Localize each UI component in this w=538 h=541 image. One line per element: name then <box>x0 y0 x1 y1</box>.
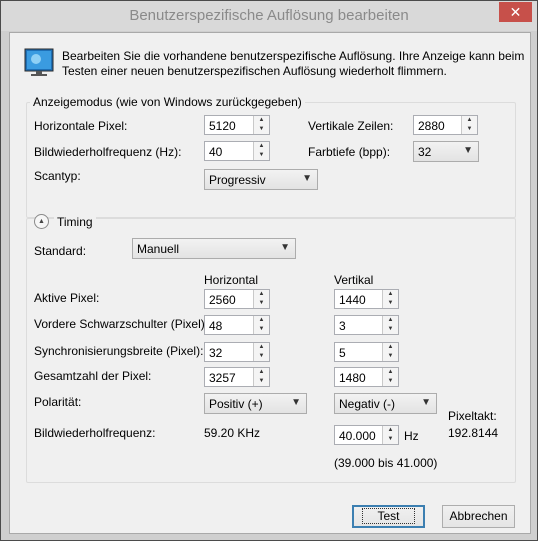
dialog-window: Benutzerspezifische Auflösung bearbeiten… <box>0 0 538 541</box>
window-title: Benutzerspezifische Auflösung bearbeiten <box>129 7 409 24</box>
scan-type-value: Progressiv <box>209 173 266 187</box>
polarity-h-value: Positiv (+) <box>209 397 263 411</box>
spin-down-icon[interactable]: ▼ <box>383 299 398 308</box>
front-porch-h-value[interactable]: 48 <box>209 319 222 333</box>
collapse-timing-icon[interactable]: ▲ <box>34 214 49 229</box>
polarity-v-dropdown[interactable]: Negativ (-) ▼ <box>334 393 437 414</box>
spin-up-icon[interactable]: ▲ <box>383 290 398 299</box>
display-mode-legend: Anzeigemodus (wie von Windows zurückgege… <box>30 95 305 109</box>
spin-down-icon[interactable]: ▼ <box>383 377 398 386</box>
refresh-range-label: (39.000 bis 41.000) <box>334 456 438 470</box>
spin-down-icon[interactable]: ▼ <box>254 352 269 361</box>
spin-up-icon[interactable]: ▲ <box>254 116 269 125</box>
color-depth-label: Farbtiefe (bpp): <box>308 145 391 159</box>
scan-type-label: Scantyp: <box>34 169 81 183</box>
horizontal-pixels-spinner[interactable]: 5120 ▲ ▼ <box>204 115 270 135</box>
spin-up-icon[interactable]: ▲ <box>383 426 398 435</box>
active-pixels-v-value[interactable]: 1440 <box>339 293 366 307</box>
horizontal-column-header: Horizontal <box>204 273 259 287</box>
pixel-clock-label: Pixeltakt: <box>448 409 497 423</box>
scan-type-dropdown[interactable]: Progressiv ▼ <box>204 169 318 190</box>
spin-up-icon[interactable]: ▲ <box>254 290 269 299</box>
color-depth-dropdown[interactable]: 32 ▼ <box>413 141 479 162</box>
chevron-down-icon: ▼ <box>463 145 473 156</box>
front-porch-h-spinner[interactable]: 48 ▲ ▼ <box>204 315 270 335</box>
vertical-lines-spinner[interactable]: 2880 ▲ ▼ <box>413 115 478 135</box>
standard-dropdown[interactable]: Manuell ▼ <box>132 238 296 259</box>
horizontal-pixels-label: Horizontale Pixel: <box>34 119 128 133</box>
vertical-refresh-value[interactable]: 40.000 <box>339 429 376 443</box>
test-button-label: Test <box>362 508 415 524</box>
total-pixels-v-value[interactable]: 1480 <box>339 371 366 385</box>
refresh-rate-value[interactable]: 40 <box>209 145 222 159</box>
spin-up-icon[interactable]: ▲ <box>254 343 269 352</box>
refresh-rate-spinner[interactable]: 40 ▲ ▼ <box>204 141 270 161</box>
active-pixels-h-value[interactable]: 2560 <box>209 293 236 307</box>
standard-label: Standard: <box>34 244 87 258</box>
spin-down-icon[interactable]: ▼ <box>254 151 269 160</box>
spin-up-icon[interactable]: ▲ <box>254 316 269 325</box>
total-pixels-label: Gesamtzahl der Pixel: <box>34 369 152 383</box>
front-porch-label: Vordere Schwarzschulter (Pixel): <box>34 317 209 331</box>
title-bar: Benutzerspezifische Auflösung bearbeiten… <box>1 1 537 31</box>
dialog-body: Bearbeiten Sie die vorhandene benutzersp… <box>9 32 531 534</box>
spin-down-icon[interactable]: ▼ <box>254 125 269 134</box>
spin-up-icon[interactable]: ▲ <box>254 142 269 151</box>
active-pixels-v-spinner[interactable]: 1440 ▲ ▼ <box>334 289 399 309</box>
refresh-rate-label: Bildwiederholfrequenz (Hz): <box>34 145 182 159</box>
spin-down-icon[interactable]: ▼ <box>383 435 398 444</box>
spin-up-icon[interactable]: ▲ <box>383 343 398 352</box>
spin-down-icon[interactable]: ▼ <box>254 325 269 334</box>
pixel-clock-value: 192.8144 <box>448 426 499 440</box>
spin-down-icon[interactable]: ▼ <box>254 377 269 386</box>
front-porch-v-value[interactable]: 3 <box>339 319 346 333</box>
chevron-down-icon: ▼ <box>421 397 431 408</box>
sync-width-label: Synchronisierungsbreite (Pixel): <box>34 344 204 358</box>
spin-down-icon[interactable]: ▼ <box>383 352 398 361</box>
monitor-icon <box>24 48 54 76</box>
spin-up-icon[interactable]: ▲ <box>383 316 398 325</box>
vertical-lines-value[interactable]: 2880 <box>418 119 445 133</box>
spin-up-icon[interactable]: ▲ <box>254 368 269 377</box>
spin-up-icon[interactable]: ▲ <box>462 116 477 125</box>
horizontal-pixels-value[interactable]: 5120 <box>209 119 236 133</box>
color-depth-value: 32 <box>418 145 432 159</box>
chevron-down-icon: ▼ <box>280 242 290 253</box>
vertical-refresh-spinner[interactable]: 40.000 ▲ ▼ <box>334 425 399 445</box>
vertical-lines-label: Vertikale Zeilen: <box>308 119 394 133</box>
sync-width-h-value[interactable]: 32 <box>209 346 222 360</box>
intro-line-2: Testen einer neuen benutzerspezifischen … <box>62 64 447 78</box>
timing-legend: Timing <box>54 215 96 229</box>
polarity-h-dropdown[interactable]: Positiv (+) ▼ <box>204 393 307 414</box>
spin-up-icon[interactable]: ▲ <box>383 368 398 377</box>
sync-width-h-spinner[interactable]: 32 ▲ ▼ <box>204 342 270 362</box>
polarity-label: Polarität: <box>34 395 82 409</box>
cancel-button[interactable]: Abbrechen <box>442 505 515 528</box>
spin-down-icon[interactable]: ▼ <box>383 325 398 334</box>
intro-line-1: Bearbeiten Sie die vorhandene benutzersp… <box>62 49 525 63</box>
chevron-down-icon: ▼ <box>291 397 301 408</box>
vertical-column-header: Vertikal <box>334 273 374 287</box>
spin-down-icon[interactable]: ▼ <box>254 299 269 308</box>
active-pixels-label: Aktive Pixel: <box>34 291 100 305</box>
front-porch-v-spinner[interactable]: 3 ▲ ▼ <box>334 315 399 335</box>
chevron-down-icon: ▼ <box>302 173 312 184</box>
horizontal-frequency-value: 59.20 KHz <box>204 426 261 440</box>
sync-width-v-spinner[interactable]: 5 ▲ ▼ <box>334 342 399 362</box>
standard-value: Manuell <box>137 242 180 256</box>
total-pixels-h-spinner[interactable]: 3257 ▲ ▼ <box>204 367 270 387</box>
polarity-v-value: Negativ (-) <box>339 397 396 411</box>
total-pixels-v-spinner[interactable]: 1480 ▲ ▼ <box>334 367 399 387</box>
total-pixels-h-value[interactable]: 3257 <box>209 371 236 385</box>
test-button[interactable]: Test <box>352 505 425 528</box>
hz-unit-label: Hz <box>404 429 419 443</box>
active-pixels-h-spinner[interactable]: 2560 ▲ ▼ <box>204 289 270 309</box>
refresh-frequency-label: Bildwiederholfrequenz: <box>34 426 156 440</box>
sync-width-v-value[interactable]: 5 <box>339 346 346 360</box>
close-button[interactable]: ✕ <box>499 2 532 22</box>
spin-down-icon[interactable]: ▼ <box>462 125 477 134</box>
